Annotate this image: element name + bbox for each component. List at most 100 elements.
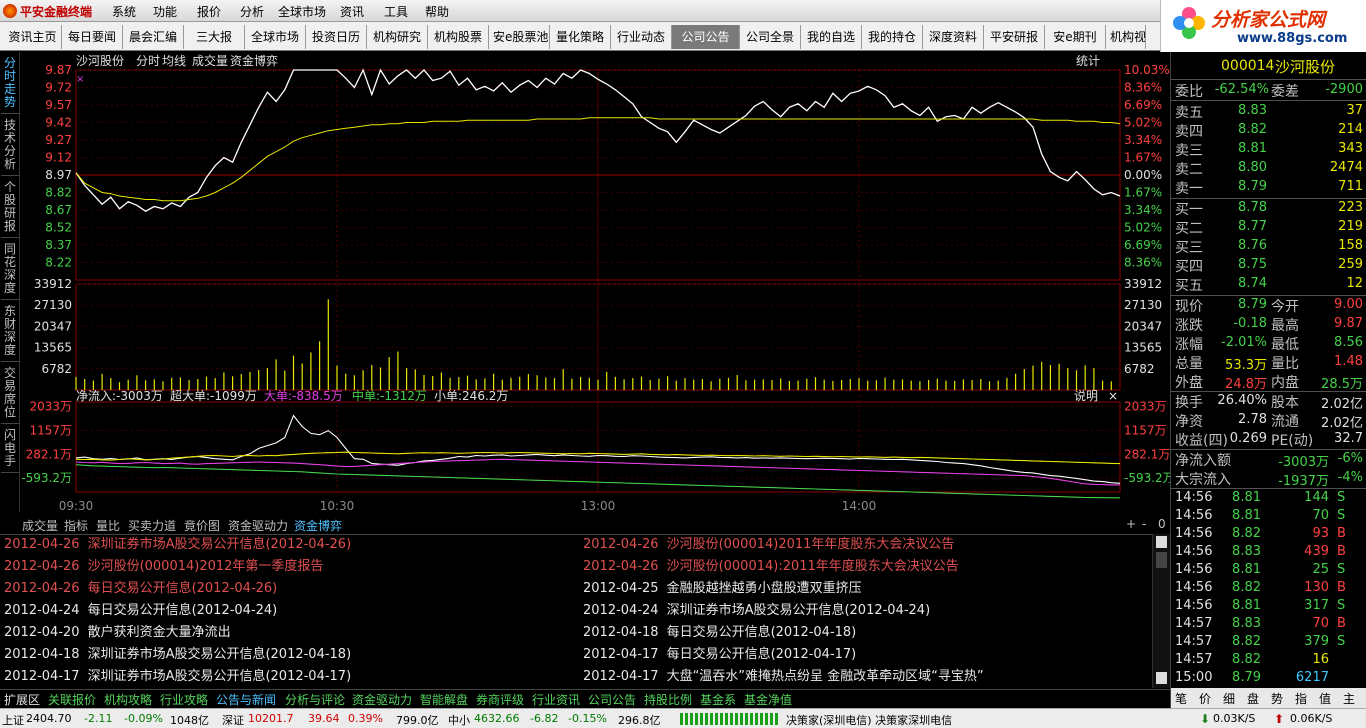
chart-tab[interactable]: 量比 bbox=[96, 517, 120, 534]
ask-price[interactable]: 8.83 bbox=[1219, 103, 1267, 118]
quote-tab[interactable]: 主 bbox=[1343, 690, 1355, 707]
nav-tab[interactable]: 机构视 bbox=[1106, 25, 1146, 49]
nav-tab[interactable]: 量化策略 bbox=[550, 25, 611, 49]
bid-price[interactable]: 8.74 bbox=[1219, 276, 1267, 291]
menu-item[interactable]: 报价 bbox=[197, 3, 221, 20]
bid-price[interactable]: 8.76 bbox=[1219, 238, 1267, 253]
bid-price[interactable]: 8.75 bbox=[1219, 257, 1267, 272]
menu-item[interactable]: 资讯 bbox=[340, 3, 364, 20]
quote-tab[interactable]: 笔 bbox=[1175, 690, 1187, 707]
chart-tab[interactable]: 资金驱动力 bbox=[228, 517, 288, 534]
news-title[interactable]: 深圳证券市场A股交易公开信息(2012-04-24) bbox=[667, 603, 931, 618]
nav-tab[interactable]: 我的自选 bbox=[801, 25, 862, 49]
nav-tab[interactable]: 行业动态 bbox=[611, 25, 672, 49]
nav-tab[interactable]: 安e期刊 bbox=[1045, 25, 1106, 49]
bottom-tab[interactable]: 智能解盘 bbox=[420, 691, 468, 708]
bottom-tab[interactable]: 行业攻略 bbox=[160, 691, 208, 708]
bottom-tab[interactable]: 券商评级 bbox=[476, 691, 524, 708]
nav-tab[interactable]: 公司公告 bbox=[672, 25, 740, 49]
news-item[interactable]: 2012-04-20 散户获利资金大量净流出 bbox=[4, 623, 569, 645]
menu-item[interactable]: 系统 bbox=[112, 3, 136, 20]
side-tab[interactable]: 交易席位 bbox=[1, 364, 19, 424]
news-scrollbar[interactable] bbox=[1152, 534, 1170, 688]
menu-item[interactable]: 帮助 bbox=[425, 3, 449, 20]
news-item[interactable]: 2012-04-24 每日交易公开信息(2012-04-24) bbox=[4, 601, 569, 623]
bottom-tab[interactable]: 持股比例 bbox=[644, 691, 692, 708]
nav-tab[interactable]: 机构研究 bbox=[367, 25, 428, 49]
ask-price[interactable]: 8.82 bbox=[1219, 122, 1267, 137]
bottom-tab[interactable]: 资金驱动力 bbox=[352, 691, 412, 708]
zoom-reset-button[interactable]: 0 bbox=[1158, 517, 1166, 531]
news-title[interactable]: 大盘“温吞水”难掩热点纷呈 金融改革牵动区域“寻宝热” bbox=[667, 669, 984, 684]
news-item[interactable]: 2012-04-26 沙河股份(000014):2011年年度股东大会决议公告 bbox=[583, 557, 1148, 579]
news-title[interactable]: 沙河股份(000014)2012年第一季度报告 bbox=[88, 559, 324, 574]
news-title[interactable]: 散户获利资金大量净流出 bbox=[88, 625, 231, 640]
news-item[interactable]: 2012-04-18 每日交易公开信息(2012-04-18) bbox=[583, 623, 1148, 645]
scroll-thumb[interactable] bbox=[1156, 552, 1167, 568]
side-tab[interactable]: 同花深度 bbox=[1, 240, 19, 300]
quote-tab[interactable]: 价 bbox=[1199, 690, 1211, 707]
nav-tab[interactable]: 深度资料 bbox=[923, 25, 984, 49]
nav-tab[interactable]: 资讯主页 bbox=[4, 25, 62, 49]
news-item[interactable]: 2012-04-24 深圳证券市场A股交易公开信息(2012-04-24) bbox=[583, 601, 1148, 623]
news-item[interactable]: 2012-04-17 大盘“温吞水”难掩热点纷呈 金融改革牵动区域“寻宝热” bbox=[583, 667, 1148, 689]
side-tab[interactable]: 闪电手 bbox=[1, 426, 19, 473]
zx-index-value[interactable]: 4632.66 bbox=[474, 712, 520, 725]
bid-price[interactable]: 8.78 bbox=[1219, 200, 1267, 215]
nav-tab[interactable]: 投资日历 bbox=[306, 25, 367, 49]
nav-tab[interactable]: 每日要闻 bbox=[62, 25, 123, 49]
intraday-chart[interactable]: 9.87 10.03% 9.72 8.36% 9.57 6.69% 9.42 5.02% 9.2… bbox=[20, 52, 1170, 514]
side-tab[interactable]: 个股研报 bbox=[1, 178, 19, 238]
news-item[interactable]: 2012-04-26 沙河股份(000014)2012年第一季度报告 bbox=[4, 557, 569, 579]
ask-price[interactable]: 8.79 bbox=[1219, 179, 1267, 194]
ask-price[interactable]: 8.81 bbox=[1219, 141, 1267, 156]
news-item[interactable]: 2012-04-18 深圳证券市场A股交易公开信息(2012-04-18) bbox=[4, 645, 569, 667]
nav-tab[interactable]: 平安研报 bbox=[984, 25, 1045, 49]
side-tab[interactable]: 东财深度 bbox=[1, 302, 19, 362]
bottom-tab[interactable]: 行业资讯 bbox=[532, 691, 580, 708]
menu-item[interactable]: 全球市场 bbox=[278, 3, 326, 20]
news-item[interactable]: 2012-04-17 深圳证券市场A股交易公开信息(2012-04-17) bbox=[4, 667, 569, 689]
news-title[interactable]: 每日交易公开信息(2012-04-24) bbox=[88, 603, 278, 618]
bottom-tab[interactable]: 公告与新闻 bbox=[216, 691, 276, 708]
news-item[interactable]: 2012-04-17 每日交易公开信息(2012-04-17) bbox=[583, 645, 1148, 667]
quote-tab[interactable]: 指 bbox=[1295, 690, 1307, 707]
menu-item[interactable]: 功能 bbox=[153, 3, 177, 20]
nav-tab[interactable]: 机构股票 bbox=[428, 25, 489, 49]
quote-tab[interactable]: 势 bbox=[1271, 690, 1283, 707]
bottom-tab[interactable]: 关联报价 bbox=[48, 691, 96, 708]
bottom-tab[interactable]: 扩展区 bbox=[4, 691, 40, 708]
news-title[interactable]: 深圳证券市场A股交易公开信息(2012-04-17) bbox=[88, 669, 352, 684]
server-status[interactable]: 决策家(深圳电信) 决策家深圳电信 bbox=[786, 712, 952, 728]
side-tab[interactable]: 分时走势 bbox=[1, 54, 19, 114]
scroll-up-arrow-icon[interactable] bbox=[1156, 536, 1167, 548]
sh-index-value[interactable]: 2404.70 bbox=[26, 712, 72, 725]
bottom-tab[interactable]: 基金净值 bbox=[744, 691, 792, 708]
news-title[interactable]: 每日交易公开信息(2012-04-17) bbox=[667, 647, 857, 662]
news-title[interactable]: 深圳证券市场A股交易公开信息(2012-04-18) bbox=[88, 647, 352, 662]
news-title[interactable]: 每日交易公开信息(2012-04-26) bbox=[88, 581, 278, 596]
nav-tab[interactable]: 晨会汇编 bbox=[123, 25, 184, 49]
brand-url[interactable]: www.88gs.com bbox=[1237, 31, 1347, 46]
bottom-tab[interactable]: 公司公告 bbox=[588, 691, 636, 708]
news-item[interactable]: 2012-04-26 每日交易公开信息(2012-04-26) bbox=[4, 579, 569, 601]
news-item[interactable]: 2012-04-26 深圳证券市场A股交易公开信息(2012-04-26) bbox=[4, 535, 569, 557]
nav-tab[interactable]: 全球市场 bbox=[245, 25, 306, 49]
nav-tab[interactable]: 公司全景 bbox=[740, 25, 801, 49]
chart-tab[interactable]: 资金博弈 bbox=[294, 517, 342, 534]
chart-tab[interactable]: 竟价图 bbox=[184, 517, 220, 534]
quote-tab[interactable]: 值 bbox=[1319, 690, 1331, 707]
menu-item[interactable]: 分析 bbox=[240, 3, 264, 20]
quote-tab[interactable]: 盘 bbox=[1247, 690, 1259, 707]
news-title[interactable]: 沙河股份(000014)2011年年度股东大会决议公告 bbox=[667, 537, 955, 552]
ask-price[interactable]: 8.80 bbox=[1219, 160, 1267, 175]
scroll-down-arrow-icon[interactable] bbox=[1156, 672, 1167, 684]
zoom-in-button[interactable]: + bbox=[1126, 517, 1136, 531]
sz-index-value[interactable]: 10201.7 bbox=[248, 712, 294, 725]
news-title[interactable]: 每日交易公开信息(2012-04-18) bbox=[667, 625, 857, 640]
bottom-tab[interactable]: 分析与评论 bbox=[285, 691, 345, 708]
side-tab[interactable]: 技术分析 bbox=[1, 116, 19, 176]
bid-price[interactable]: 8.77 bbox=[1219, 219, 1267, 234]
news-title[interactable]: 沙河股份(000014):2011年年度股东大会决议公告 bbox=[667, 559, 959, 574]
chart-tab[interactable]: 买卖力道 bbox=[128, 517, 176, 534]
